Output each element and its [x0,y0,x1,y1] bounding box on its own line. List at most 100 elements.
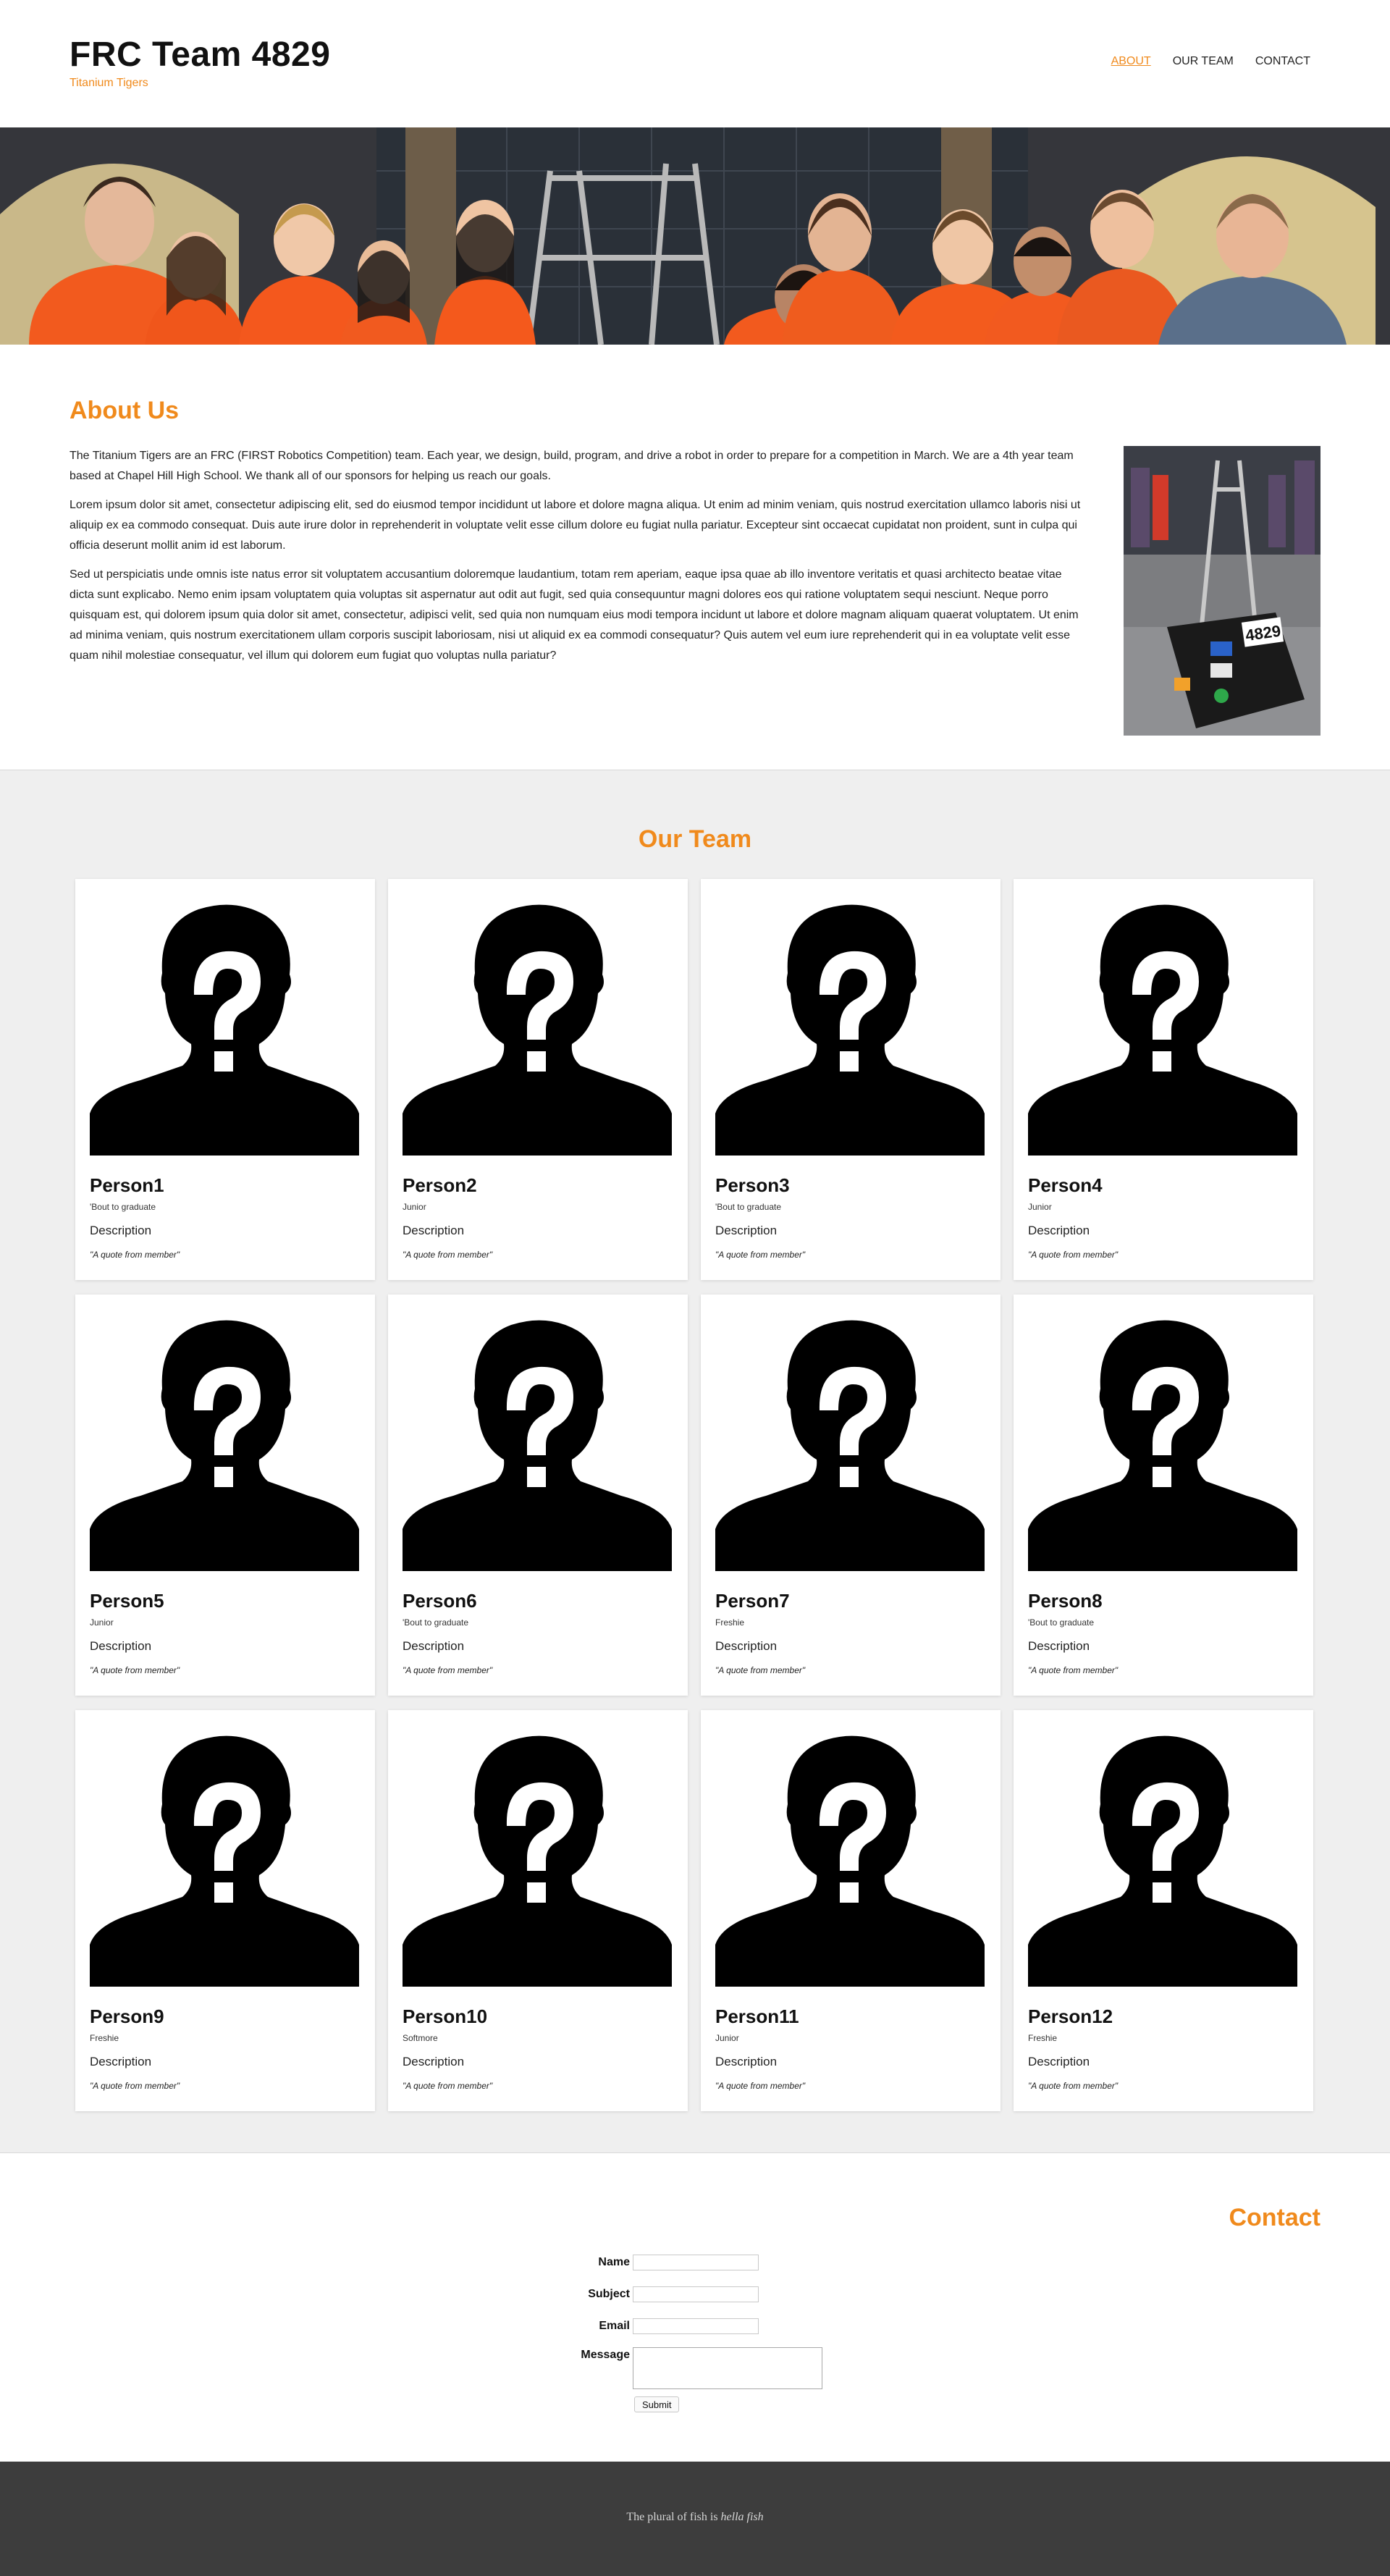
member-grade: Freshie [90,2033,119,2043]
member-description: Description [90,1639,152,1653]
unknown-person-icon [1028,1733,1297,1987]
unknown-person-icon [90,902,359,1156]
footer-text: The plural of fish is hella fish [0,2511,1390,2524]
team-section: Our Team Person1 'Bout to graduate Descrip… [0,770,1390,2153]
site-tagline: Titanium Tigers [70,77,148,89]
message-textarea[interactable] [633,2347,822,2389]
member-grade: Freshie [1028,2033,1058,2043]
member-quote: "A quote from member" [403,2081,493,2091]
unknown-person-icon [715,1733,985,1987]
member-grade: 'Bout to graduate [90,1202,156,1212]
subject-row: Subject [521,2286,759,2302]
unknown-person-icon [715,902,985,1156]
team-banner-photo [0,127,1390,345]
unknown-person-icon [403,1318,672,1571]
nav-our-team-link[interactable]: OUR TEAM [1173,55,1234,68]
team-member-card: Person8 'Bout to graduate Description "A qu… [1014,1295,1313,1696]
member-quote: "A quote from member" [1028,2081,1119,2091]
site-footer: The plural of fish is hella fish [0,2462,1390,2576]
footer-text-emphasis: hella fish [720,2511,764,2523]
team-member-card: Person10 Softmore Description "A quote from… [388,1710,688,2111]
member-quote: "A quote from member" [403,1665,493,1675]
member-grade: Junior [715,2033,739,2043]
name-input[interactable] [633,2255,759,2270]
team-member-card: Person5 Junior Description "A quote from me… [75,1295,375,1696]
member-name: Person10 [403,2005,488,2027]
member-quote: "A quote from member" [715,1250,806,1260]
member-description: Description [403,1639,465,1653]
member-quote: "A quote from member" [1028,1665,1119,1675]
team-member-card: Person6 'Bout to graduate Description "A qu… [388,1295,688,1696]
team-cards-grid: Person1 'Bout to graduate Description "A qu… [75,879,1315,2111]
member-name: Person9 [90,2005,164,2027]
member-description: Description [90,2055,152,2068]
about-text: The Titanium Tigers are an FRC (FIRST Ro… [70,446,1083,675]
member-name: Person5 [90,1590,164,1612]
robot-photo-illustration: 4829 [1124,446,1320,736]
email-input[interactable] [633,2318,759,2334]
member-name: Person1 [90,1174,164,1196]
site-header: FRC Team 4829 Titanium Tigers ABOUT OUR … [0,0,1390,127]
team-member-card: Person9 Freshie Description "A quote from m… [75,1710,375,2111]
member-description: Description [715,1224,778,1237]
nav-contact-link[interactable]: CONTACT [1255,55,1310,68]
member-name: Person7 [715,1590,790,1612]
main-nav: ABOUT OUR TEAM CONTACT [1111,55,1310,68]
about-section: About Us The Titanium Tigers are an FRC … [0,345,1390,770]
team-member-card: Person11 Junior Description "A quote from m… [701,1710,1001,2111]
member-name: Person2 [403,1174,477,1196]
member-description: Description [90,1224,152,1237]
member-grade: Softmore [403,2033,438,2043]
name-label: Name [598,2256,630,2268]
unknown-person-icon [90,1733,359,1987]
member-quote: "A quote from member" [715,1665,806,1675]
member-quote: "A quote from member" [90,1250,180,1260]
email-row: Email [521,2318,759,2334]
member-name: Person12 [1028,2005,1113,2027]
team-member-card: Person7 Freshie Description "A quote from m… [701,1295,1001,1696]
team-member-card: Person1 'Bout to graduate Description "A qu… [75,879,375,1280]
about-paragraph: Sed ut perspiciatis unde omnis iste natu… [70,568,1079,662]
message-label: Message [581,2349,630,2361]
subject-label: Subject [588,2288,630,2300]
submit-button[interactable]: Submit [634,2396,680,2412]
contact-heading: Contact [1229,2204,1320,2231]
about-paragraph: The Titanium Tigers are an FRC (FIRST Ro… [70,450,1074,482]
unknown-person-icon [403,902,672,1156]
footer-text-prefix: The plural of fish is [626,2511,718,2523]
unknown-person-icon [715,1318,985,1571]
about-paragraph: Lorem ipsum dolor sit amet, consectetur … [70,499,1081,552]
team-photo-illustration [0,127,1390,345]
site-title[interactable]: FRC Team 4829 [70,35,330,75]
member-description: Description [403,2055,465,2068]
member-grade: 'Bout to graduate [1028,1617,1095,1628]
member-description: Description [715,1639,778,1653]
unknown-person-icon [1028,1318,1297,1571]
unknown-person-icon [403,1733,672,1987]
member-quote: "A quote from member" [715,2081,806,2091]
member-grade: Junior [403,1202,426,1212]
member-description: Description [1028,1639,1090,1653]
robot-photo: 4829 [1124,446,1320,736]
name-row: Name [521,2255,759,2270]
nav-about-link[interactable]: ABOUT [1111,55,1151,68]
team-heading: Our Team [638,825,752,853]
member-grade: 'Bout to graduate [403,1617,469,1628]
email-label: Email [599,2320,630,2332]
member-quote: "A quote from member" [90,1665,180,1675]
member-description: Description [715,2055,778,2068]
member-name: Person11 [715,2005,799,2027]
member-quote: "A quote from member" [403,1250,493,1260]
member-quote: "A quote from member" [1028,1250,1119,1260]
unknown-person-icon [90,1318,359,1571]
member-name: Person4 [1028,1174,1103,1196]
member-description: Description [1028,2055,1090,2068]
member-grade: 'Bout to graduate [715,1202,782,1212]
member-grade: Freshie [715,1617,745,1628]
contact-section: Contact Name Subject Email Message Submi… [0,2153,1390,2462]
subject-input[interactable] [633,2286,759,2302]
team-member-card: Person3 'Bout to graduate Description "A qu… [701,879,1001,1280]
member-grade: Junior [1028,1202,1052,1212]
team-member-card: Person12 Freshie Description "A quote from … [1014,1710,1313,2111]
member-name: Person8 [1028,1590,1103,1612]
